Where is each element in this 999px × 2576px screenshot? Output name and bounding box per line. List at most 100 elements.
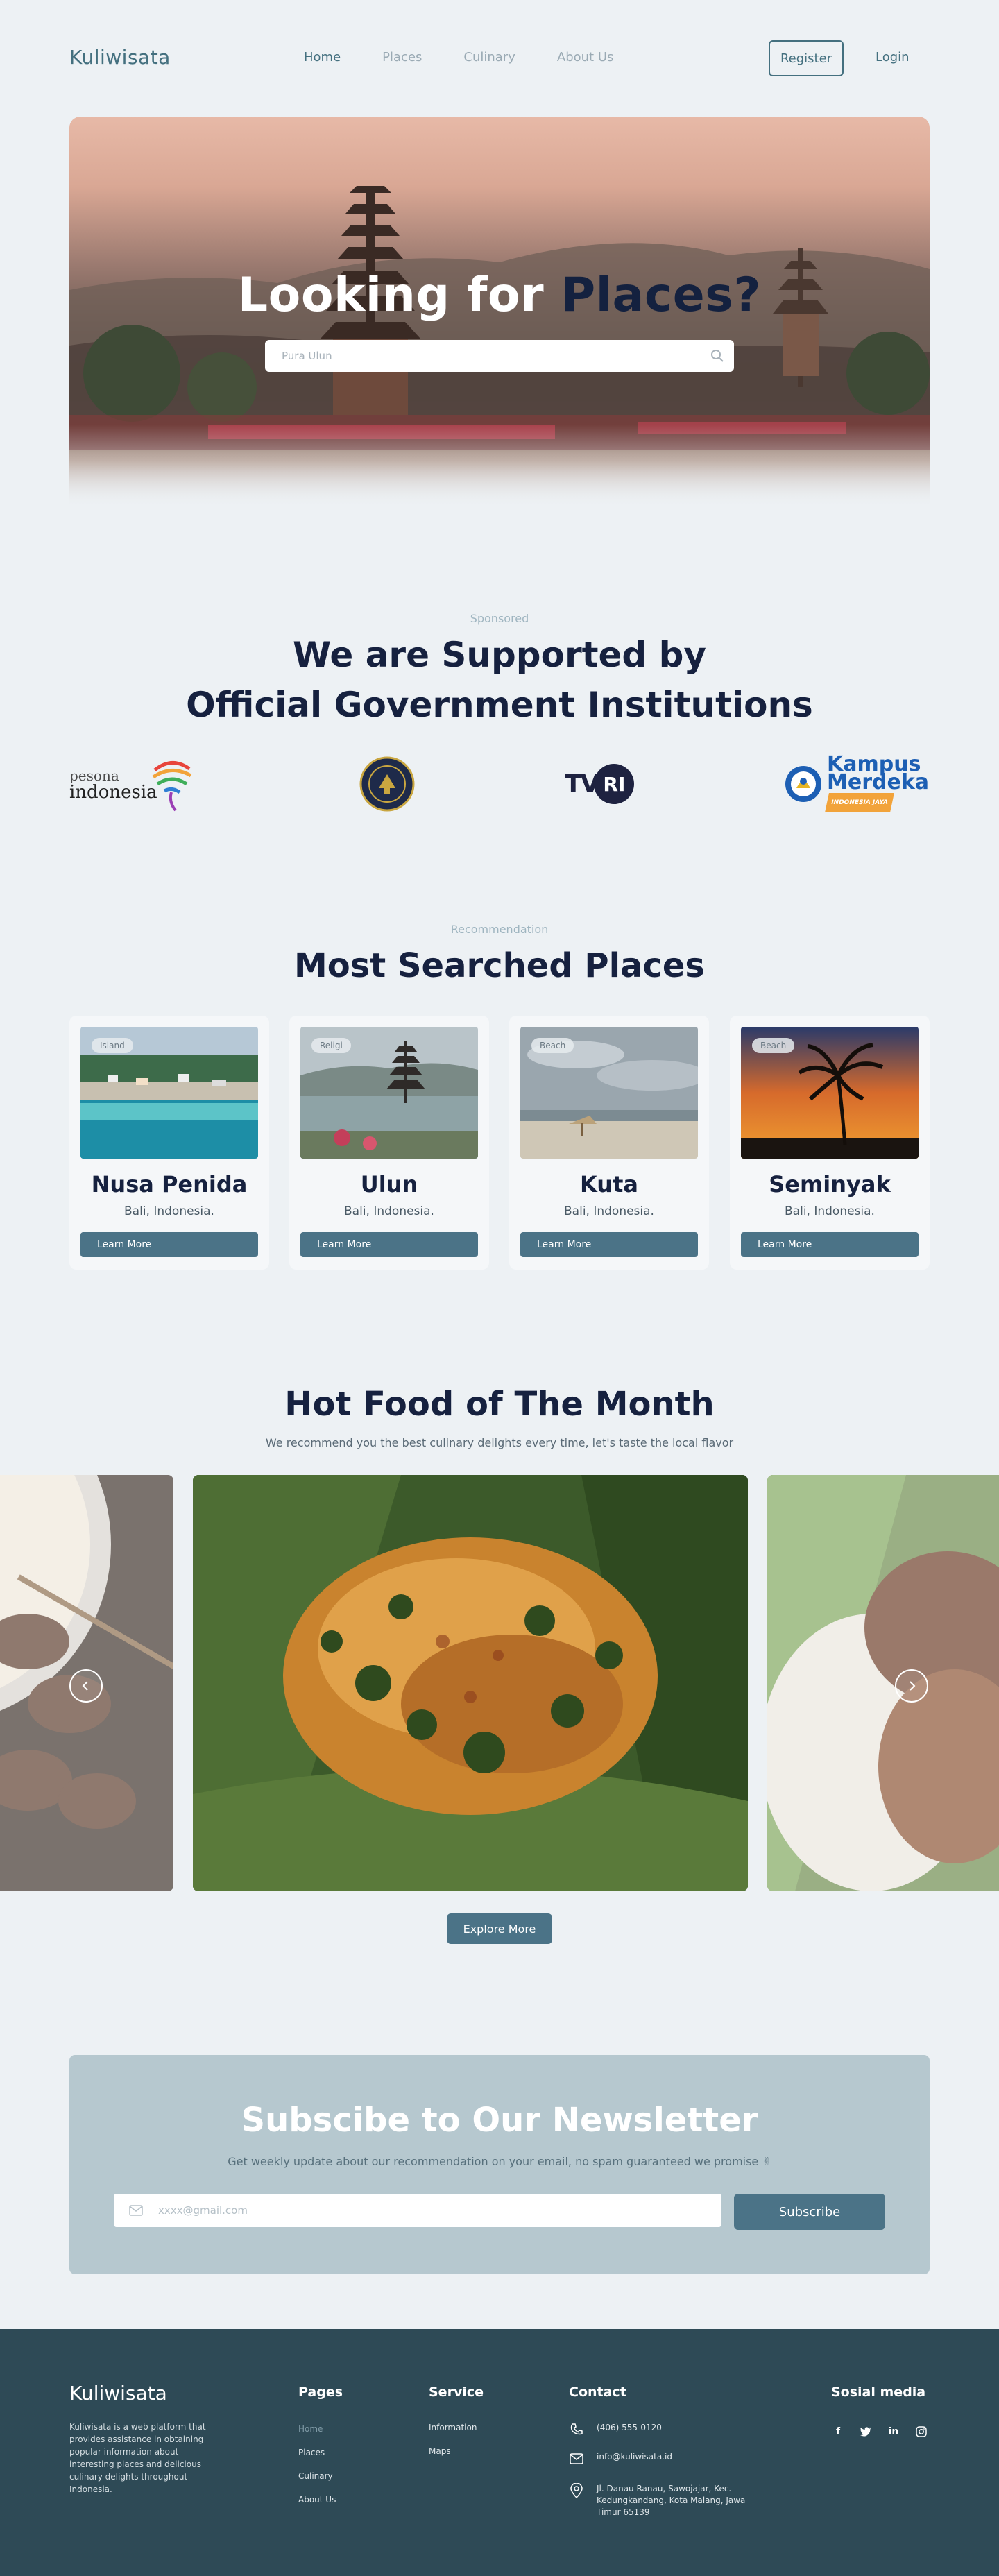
footer-link-maps[interactable]: Maps [429,2446,451,2456]
footer-contact-phone: (406) 555-0120 [569,2422,756,2437]
government-emblem-icon [359,756,415,812]
card-location: Bali, Indonesia. [124,1204,214,1218]
food-slide-next[interactable] [767,1475,999,1891]
learn-more-button[interactable]: Learn More [520,1232,698,1257]
tvri-tv-text: TV [565,769,599,799]
hero-title: Looking for Places? [69,268,930,323]
merdeka-text: Merdeka [827,770,930,794]
nav-link-about-us[interactable]: About Us [557,50,614,65]
footer-social-title: Sosial media [831,2385,926,2400]
sponsor-government-emblem-logo [359,749,415,819]
footer-link-information[interactable]: Information [429,2423,477,2432]
chevron-left-icon [82,1681,88,1691]
hero-banner: Looking for Places? [69,117,930,508]
food-slide-active[interactable] [193,1475,748,1891]
tvri-ri-text: RI [594,764,635,804]
register-button[interactable]: Register [769,40,844,76]
hero-title-accent: Places? [561,268,762,323]
learn-more-button[interactable]: Learn More [741,1232,919,1257]
newsletter-email-field [114,2194,722,2227]
learn-more-button[interactable]: Learn More [80,1232,258,1257]
food-carousel [0,1475,999,1891]
twitter-icon[interactable] [859,2425,873,2439]
footer-link-places[interactable]: Places [298,2448,325,2457]
footer-pages-title: Pages [298,2385,343,2400]
newsletter-subtitle: Get weekly update about our recommendati… [228,2155,771,2168]
hero-title-white: Looking for [237,268,545,323]
location-pin-icon [569,2483,584,2498]
email-address[interactable]: info@kuliwisata.id [597,2451,756,2463]
footer-contact-title: Contact [569,2385,626,2400]
phone-number[interactable]: (406) 555-0120 [597,2422,756,2434]
footer-service-title: Service [429,2385,484,2400]
pesona-bird-icon [152,761,191,812]
sponsor-kampus-merdeka-logo: Kampus Merdeka INDONESIA JAYA [784,749,930,819]
footer-link-about-us[interactable]: About Us [298,2495,336,2505]
places-card-list: Island Nusa Penida Bali, Indonesia. Lear… [69,1016,930,1270]
card-title: Seminyak [769,1171,891,1197]
sponsor-pesona-indonesia-logo: pesona indonesia [69,749,208,819]
place-card-ulun[interactable]: Religi Ulun Bali, Indonesia. Learn More [289,1016,489,1270]
brand-logo[interactable]: Kuliwisata [69,46,171,69]
sponsors-title-line1: We are Supported by [293,635,706,675]
recommendation-label: Recommendation [450,923,549,936]
chevron-right-icon [910,1681,916,1691]
food-section-subtitle: We recommend you the best culinary delig… [265,1436,734,1449]
search-icon[interactable] [701,340,734,372]
sponsor-tvri-logo: TV RI [565,749,641,819]
mail-icon [569,2451,584,2466]
place-card-kuta[interactable]: Beach Kuta Bali, Indonesia. Learn More [509,1016,709,1270]
footer-contact-address: Jl. Danau Ranau, Sawojajar, Kec. Kedungk… [569,2483,756,2518]
card-title: Kuta [580,1171,638,1197]
sponsor-logos: pesona indonesia TV RI Kampus Merdeka IN… [69,749,930,819]
top-navbar: Kuliwisata Home Places Culinary About Us… [0,0,999,117]
facebook-icon[interactable]: f [831,2425,845,2439]
place-card-nusa-penida[interactable]: Island Nusa Penida Bali, Indonesia. Lear… [69,1016,269,1270]
subscribe-button[interactable]: Subscribe [734,2194,885,2230]
footer-link-home[interactable]: Home [298,2424,323,2434]
seminyak-image: Beach [741,1027,919,1159]
tut-wuri-handayani-icon [785,766,821,802]
card-location: Bali, Indonesia. [785,1204,875,1218]
newsletter-section: Subscibe to Our Newsletter Get weekly up… [69,2055,930,2274]
kuta-image: Beach [520,1027,698,1159]
instagram-icon[interactable] [914,2425,928,2439]
nav-link-culinary[interactable]: Culinary [463,50,515,65]
nav-link-places[interactable]: Places [382,50,422,65]
footer-logo[interactable]: Kuliwisata [69,2382,167,2405]
sponsors-title-line2: Official Government Institutions [186,685,813,725]
explore-more-button[interactable]: Explore More [447,1913,552,1944]
hero-search-input[interactable] [265,340,701,372]
carousel-next-button[interactable] [895,1669,928,1703]
linkedin-icon[interactable]: in [887,2425,900,2439]
card-tag: Beach [752,1038,795,1053]
indonesia-text: indonesia [69,782,157,803]
phone-icon [569,2422,584,2437]
card-title: Ulun [360,1171,418,1197]
hero-search-bar [265,340,734,372]
place-card-seminyak[interactable]: Beach Seminyak Bali, Indonesia. Learn Mo… [730,1016,930,1270]
main-nav: Home Places Culinary About Us [304,50,655,65]
recommendation-title: Most Searched Places [293,946,705,985]
newsletter-email-input[interactable] [158,2194,722,2227]
carousel-prev-button[interactable] [69,1669,103,1703]
card-tag: Religi [311,1038,351,1053]
footer-link-culinary[interactable]: Culinary [298,2471,333,2481]
sponsored-label: Sponsored [470,612,529,625]
login-link[interactable]: Login [876,50,910,65]
sponsors-title: We are Supported by Official Government … [0,630,999,730]
learn-more-button[interactable]: Learn More [300,1232,478,1257]
mail-icon [114,2205,158,2216]
indonesia-jaya-text: INDONESIA JAYA [825,793,894,812]
card-location: Bali, Indonesia. [564,1204,654,1218]
card-title: Nusa Penida [91,1171,248,1197]
card-tag: Beach [531,1038,574,1053]
nusa-penida-image: Island [80,1027,258,1159]
newsletter-title: Subscibe to Our Newsletter [241,2101,758,2140]
footer-description: Kuliwisata is a web platform that provid… [69,2422,206,2494]
site-footer: Kuliwisata Kuliwisata is a web platform … [0,2329,999,2576]
nav-link-home[interactable]: Home [304,50,341,65]
hero-fade [69,425,930,508]
address-text: Jl. Danau Ranau, Sawojajar, Kec. Kedungk… [597,2484,746,2517]
card-location: Bali, Indonesia. [344,1204,434,1218]
